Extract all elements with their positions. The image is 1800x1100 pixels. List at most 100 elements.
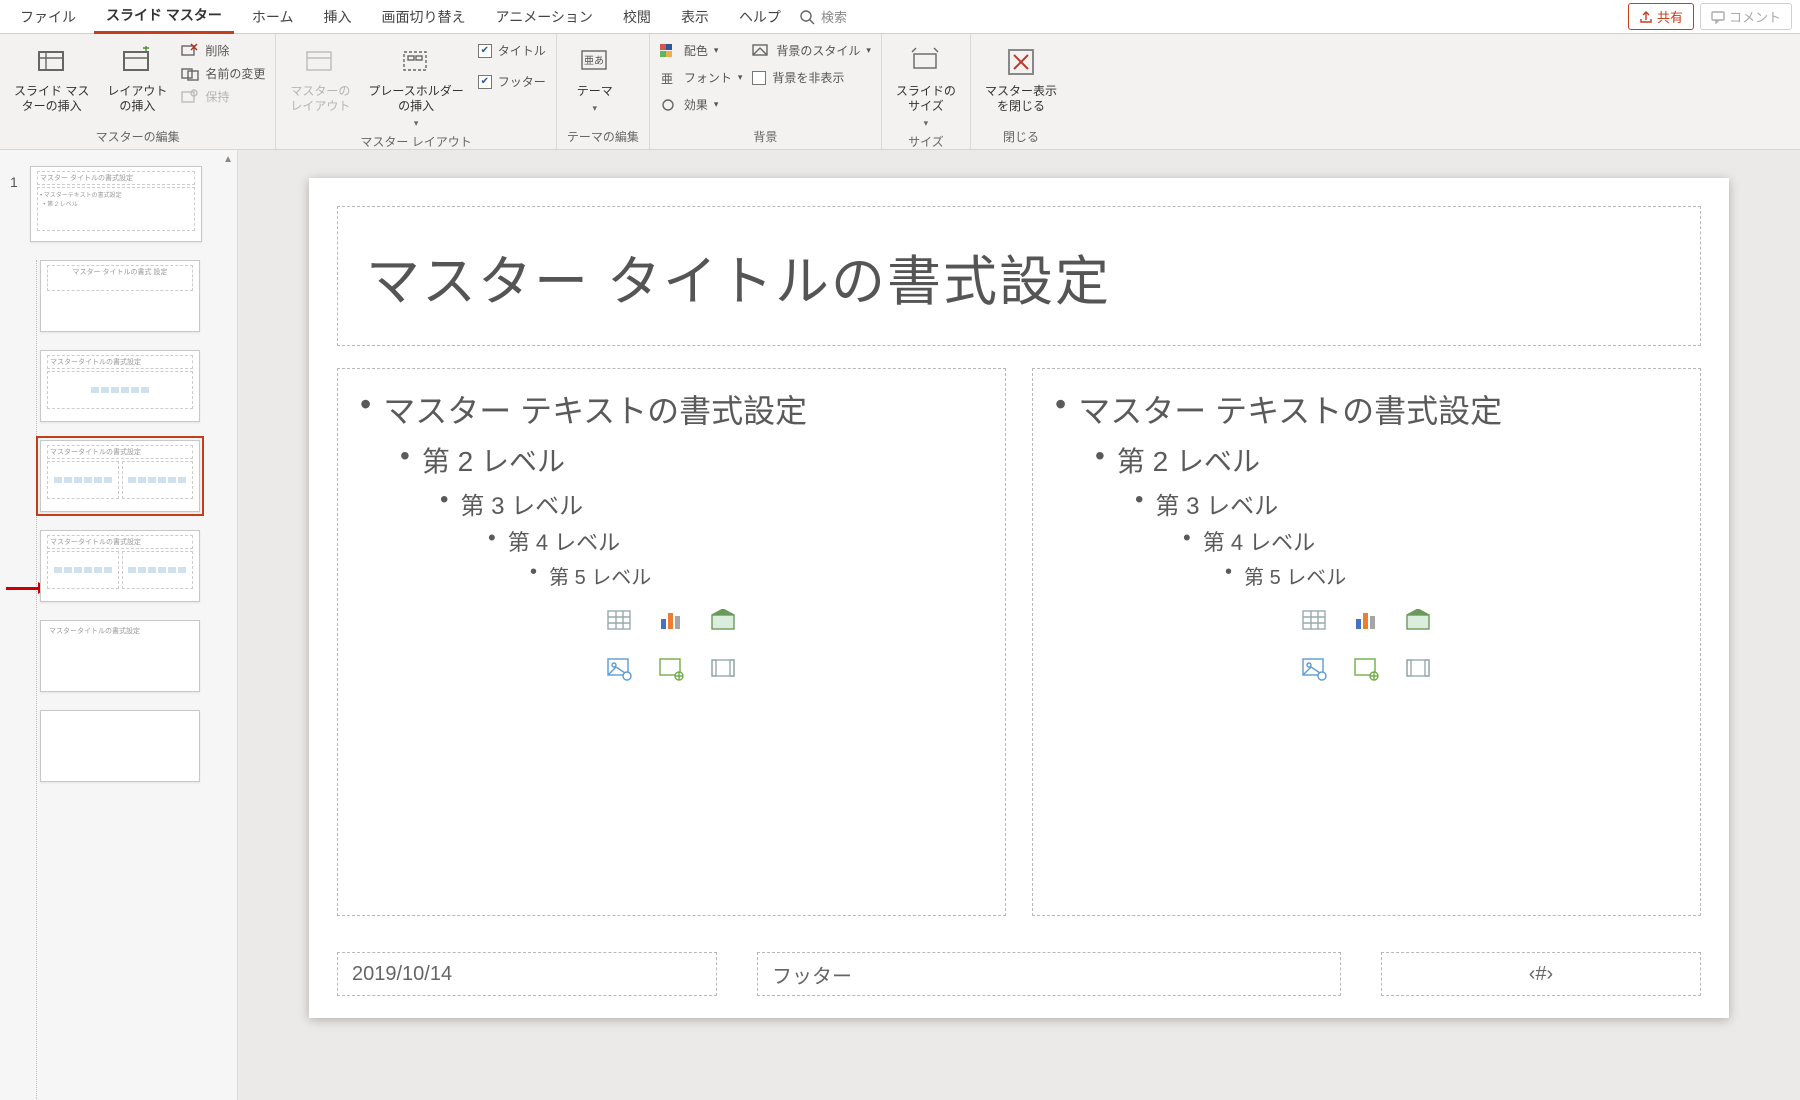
checkbox-checked-icon	[478, 44, 492, 58]
effects-button[interactable]: 効果 ▾	[660, 96, 743, 113]
title-placeholder[interactable]: マスター タイトルの書式設定	[337, 206, 1701, 346]
tab-file[interactable]: ファイル	[8, 1, 88, 33]
delete-icon	[181, 43, 199, 59]
slide-size-button[interactable]: スライドの サイズ ▾	[892, 42, 960, 131]
tab-insert[interactable]: 挿入	[311, 1, 363, 33]
chevron-down-icon: ▾	[414, 118, 419, 129]
rename-icon	[181, 66, 199, 82]
comment-label: コメント	[1729, 7, 1781, 26]
video-icon[interactable]	[1404, 656, 1434, 682]
checkbox-icon	[752, 71, 766, 85]
tab-help[interactable]: ヘルプ	[727, 1, 793, 33]
layout5-title: マスタータイトルの書式設定	[47, 625, 193, 637]
left-level2: 第 2 レベル	[422, 440, 565, 480]
master-thumb-title: マスター タイトルの書式設定	[37, 171, 195, 185]
chevron-down-icon: ▾	[738, 72, 743, 83]
chevron-down-icon: ▾	[924, 118, 929, 129]
tab-animations[interactable]: アニメーション	[483, 1, 604, 33]
footer-checkbox[interactable]: フッター	[478, 73, 546, 90]
svg-text:亜あ: 亜あ	[584, 55, 604, 67]
content-type-icons-right	[1277, 608, 1457, 682]
left-level3: 第 3 レベル	[460, 486, 583, 521]
online-picture-icon[interactable]	[1352, 656, 1382, 682]
themes-button[interactable]: 亜あ テーマ ▾	[567, 42, 623, 116]
picture-icon[interactable]	[1300, 656, 1330, 682]
master-thumbnail[interactable]: マスター タイトルの書式設定 • マスターテキストの書式設定 • 第 2 レベル	[30, 166, 202, 242]
content-type-icons-left	[582, 608, 762, 682]
layout-thumbnail-4[interactable]: マスタータイトルの書式設定	[40, 530, 200, 602]
online-picture-icon[interactable]	[657, 656, 687, 682]
tab-slide-master[interactable]: スライド マスター	[94, 0, 234, 34]
delete-button[interactable]: 削除	[181, 42, 265, 59]
chart-icon[interactable]	[657, 608, 687, 634]
share-button[interactable]: 共有	[1628, 3, 1694, 30]
scroll-up-icon[interactable]: ▲	[223, 154, 233, 165]
layout1-title: マスター タイトルの書式 設定	[47, 265, 193, 291]
slide-canvas-area[interactable]: マスター タイトルの書式設定 マスター テキストの書式設定 第 2 レベル 第 …	[238, 150, 1800, 1100]
master-layout-icon	[304, 46, 336, 78]
preserve-label: 保持	[205, 88, 229, 105]
chart-icon[interactable]	[1352, 608, 1382, 634]
chevron-down-icon: ▾	[714, 45, 719, 56]
themes-label: テーマ	[577, 84, 613, 99]
smartart-icon[interactable]	[1404, 608, 1434, 634]
layout-thumbnail-6[interactable]	[40, 710, 200, 782]
tree-line	[36, 260, 37, 1100]
slide-number-placeholder[interactable]: ‹#›	[1381, 952, 1701, 996]
tab-transitions[interactable]: 画面切り替え	[369, 1, 477, 33]
tab-home[interactable]: ホーム	[240, 1, 306, 33]
table-icon[interactable]	[1300, 608, 1330, 634]
rename-button[interactable]: 名前の変更	[181, 65, 265, 82]
content-placeholder-left[interactable]: マスター テキストの書式設定 第 2 レベル 第 3 レベル 第 4 レベル 第…	[337, 368, 1006, 916]
effects-icon	[660, 98, 678, 112]
video-icon[interactable]	[709, 656, 739, 682]
thumbnail-panel: ▲ 1 マスター タイトルの書式設定 • マスターテキストの書式設定 • 第 2…	[0, 150, 238, 1100]
title-checkbox[interactable]: タイトル	[478, 42, 546, 59]
title-text: マスター タイトルの書式設定	[366, 237, 1111, 316]
hide-background-checkbox[interactable]: 背景を非表示	[752, 69, 871, 86]
right-level4: 第 4 レベル	[1203, 525, 1315, 557]
comment-button[interactable]: コメント	[1700, 3, 1792, 30]
layout-thumbnail-1[interactable]: マスター タイトルの書式 設定	[40, 260, 200, 332]
menu-bar: ファイル スライド マスター ホーム 挿入 画面切り替え アニメーション 校閲 …	[0, 0, 1800, 34]
group-close-label: 閉じる	[981, 126, 1061, 149]
themes-icon: 亜あ	[579, 46, 611, 78]
tab-view[interactable]: 表示	[669, 1, 721, 33]
insert-slide-master-button[interactable]: スライド マス ターの挿入	[10, 42, 93, 116]
background-styles-button[interactable]: 背景のスタイル ▾	[752, 42, 871, 59]
footer-placeholder[interactable]: フッター	[757, 952, 1341, 996]
date-placeholder[interactable]: 2019/10/14	[337, 952, 717, 996]
comment-icon	[1711, 10, 1725, 24]
slide-size-label: スライドの サイズ	[896, 84, 956, 114]
layout-thumbnail-5[interactable]: マスタータイトルの書式設定	[40, 620, 200, 692]
insert-layout-button[interactable]: レイアウト の挿入	[103, 42, 171, 116]
smartart-icon[interactable]	[709, 608, 739, 634]
layout2-title: マスタータイトルの書式設定	[47, 355, 193, 369]
delete-label: 削除	[205, 42, 229, 59]
group-edit-master: スライド マス ターの挿入 レイアウト の挿入 削除 名前の変更	[0, 34, 276, 149]
layout-thumbnail-3-selected[interactable]: マスタータイトルの書式設定	[40, 440, 200, 512]
bg-styles-icon	[752, 44, 770, 58]
svg-text:亜: 亜	[661, 72, 673, 85]
search-box[interactable]: 検索	[799, 7, 847, 26]
slide-master-canvas: マスター タイトルの書式設定 マスター テキストの書式設定 第 2 レベル 第 …	[309, 178, 1729, 1018]
chevron-down-icon: ▾	[593, 103, 598, 114]
fonts-button[interactable]: 亜 フォント ▾	[660, 69, 743, 86]
colors-button[interactable]: 配色 ▾	[660, 42, 743, 59]
insert-slide-master-label: スライド マス ターの挿入	[14, 84, 89, 114]
content-placeholder-right[interactable]: マスター テキストの書式設定 第 2 レベル 第 3 レベル 第 4 レベル 第…	[1032, 368, 1701, 916]
right-level5: 第 5 レベル	[1244, 561, 1346, 590]
close-master-view-button[interactable]: マスター表示 を閉じる	[981, 42, 1061, 116]
insert-placeholder-button[interactable]: プレースホルダー の挿入 ▾	[364, 42, 467, 131]
search-placeholder: 検索	[821, 7, 847, 26]
effects-label: 効果	[684, 96, 708, 113]
group-edit-theme: 亜あ テーマ ▾ テーマの編集	[557, 34, 650, 149]
picture-icon[interactable]	[605, 656, 635, 682]
tab-review[interactable]: 校閲	[611, 1, 663, 33]
table-icon[interactable]	[605, 608, 635, 634]
share-label: 共有	[1657, 7, 1683, 26]
master-layout-label: マスターの レイアウト	[290, 84, 350, 114]
fonts-label: フォント	[684, 69, 732, 86]
search-icon	[799, 9, 815, 25]
layout-thumbnail-2[interactable]: マスタータイトルの書式設定	[40, 350, 200, 422]
